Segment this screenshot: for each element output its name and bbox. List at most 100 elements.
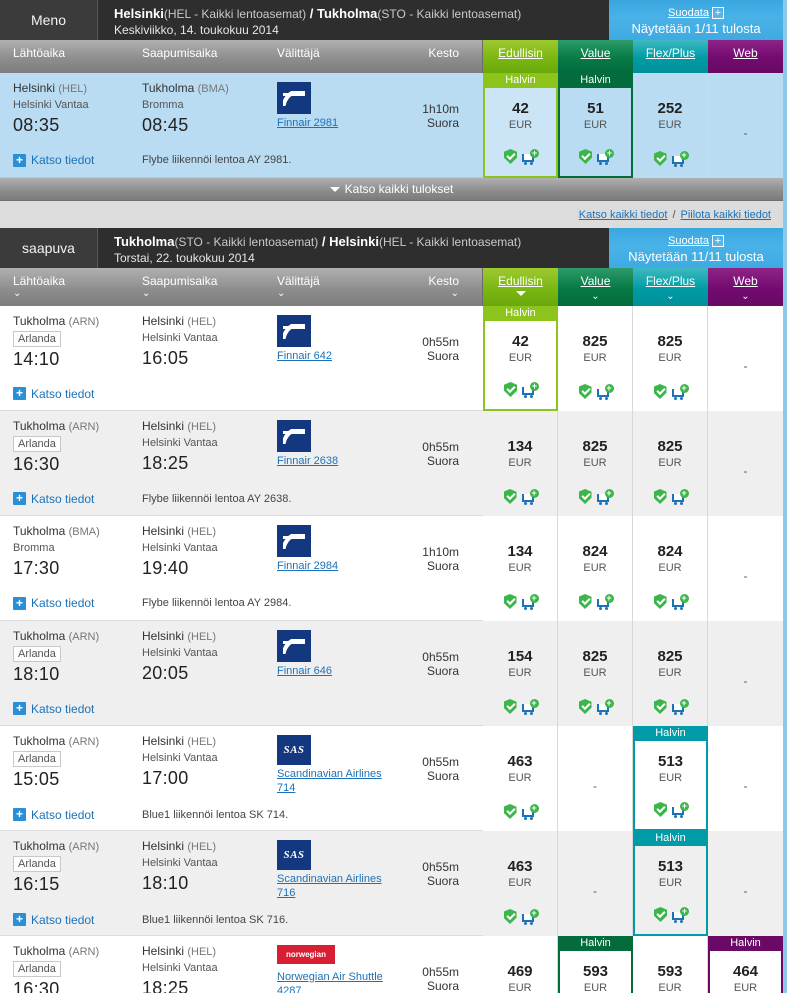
table-row[interactable]: Tukholma (ARN) Arlanda 18:10 Helsinki (HEL)… xyxy=(0,621,783,726)
price-cell-value[interactable]: 825 EUR + xyxy=(558,306,633,411)
price-icons: + xyxy=(504,148,539,176)
cart-add-icon[interactable]: + xyxy=(596,488,614,505)
filter-panel-inbound[interactable]: Suodata + Näytetään 11/11 tulosta xyxy=(609,228,783,268)
col-price-web[interactable]: Web xyxy=(708,40,783,73)
price-cell-flexplus[interactable]: 825 EUR + xyxy=(633,306,708,411)
filter-button[interactable]: Suodata + xyxy=(668,6,724,20)
col-arrival-time[interactable]: Saapumisaika xyxy=(142,40,277,73)
cart-add-icon[interactable]: + xyxy=(671,593,689,610)
col-price-edullisin[interactable]: Edullisin xyxy=(483,268,558,306)
cart-add-icon[interactable]: + xyxy=(522,381,539,398)
col-price-value[interactable]: Value xyxy=(558,40,633,73)
price-cell-flexplus[interactable]: 825 EUR + xyxy=(633,411,708,516)
price-amount: 825 xyxy=(657,438,683,455)
price-cell-value[interactable]: 824 EUR + xyxy=(558,516,633,621)
cart-add-icon[interactable]: + xyxy=(521,593,539,610)
flight-number-link[interactable]: Finnair 646 xyxy=(277,664,383,678)
col-carrier[interactable]: Välittäjä ⌄ xyxy=(277,268,383,306)
table-row[interactable]: Tukholma (ARN) Arlanda 14:10 Helsinki (HEL)… xyxy=(0,306,783,411)
price-cell-flexplus[interactable]: 252 EUR + xyxy=(633,73,708,178)
flight-number-link[interactable]: Finnair 2638 xyxy=(277,454,383,468)
price-cell-edullisin[interactable]: Halvin 42 EUR + xyxy=(483,73,558,178)
cart-add-icon[interactable]: + xyxy=(596,698,614,715)
table-row[interactable]: Helsinki (HEL) Helsinki Vantaa 08:35 Tuk… xyxy=(0,73,783,178)
price-cell-edullisin[interactable]: 154 EUR + xyxy=(483,621,558,726)
flight-number-link[interactable]: Finnair 2981 xyxy=(277,116,383,130)
price-cell-flexplus[interactable]: Halvin 513 EUR + xyxy=(633,831,708,936)
col-departure-time[interactable]: Lähtöaika xyxy=(0,40,142,73)
price-cell-flexplus[interactable]: Halvin 513 EUR + xyxy=(633,726,708,831)
price-cell-edullisin[interactable]: Halvin 42 EUR + xyxy=(483,306,558,411)
price-cell-flexplus[interactable]: 825 EUR + xyxy=(633,621,708,726)
table-row[interactable]: Tukholma (ARN) Arlanda 16:30 Helsinki (HEL)… xyxy=(0,936,783,993)
show-all-details-link[interactable]: Katso kaikki tiedot xyxy=(579,209,668,221)
table-row[interactable]: Tukholma (BMA) Bromma 17:30 Helsinki (HEL) H… xyxy=(0,516,783,621)
flight-number-link[interactable]: Finnair 2984 xyxy=(277,559,383,573)
cart-add-icon[interactable]: + xyxy=(521,488,539,505)
departure-terminal: Arlanda xyxy=(13,856,61,872)
table-row[interactable]: Tukholma (ARN) Arlanda 16:30 Helsinki (HEL)… xyxy=(0,411,783,516)
filter-button[interactable]: Suodata + xyxy=(668,234,724,248)
price-cell-value[interactable]: Halvin 51 EUR + xyxy=(558,73,633,178)
cart-add-icon[interactable]: + xyxy=(596,593,614,610)
col-duration[interactable]: Kesto xyxy=(383,40,469,73)
expand-details-label: Katso tiedot xyxy=(31,491,95,506)
col-label: Kesto xyxy=(428,274,459,288)
col-departure-time[interactable]: Lähtöaika ⌄ xyxy=(0,268,142,306)
flight-number-link[interactable]: Finnair 642 xyxy=(277,349,383,363)
flight-number-link[interactable]: Scandinavian Airlines 714 xyxy=(277,767,383,795)
cart-add-icon[interactable]: + xyxy=(596,383,614,400)
cart-add-icon[interactable]: + xyxy=(521,803,539,820)
col-price-web[interactable]: Web ⌄ xyxy=(708,268,783,306)
col-price-flexplus[interactable]: Flex/Plus xyxy=(633,40,708,73)
cart-add-icon[interactable]: + xyxy=(522,148,539,165)
table-row[interactable]: Tukholma (ARN) Arlanda 16:15 Helsinki (HEL)… xyxy=(0,831,783,936)
expand-details-button[interactable]: + Katso tiedot xyxy=(0,492,142,506)
expand-details-button[interactable]: + Katso tiedot xyxy=(0,596,142,610)
price-cell-value[interactable]: Halvin593EUR+ xyxy=(558,936,633,993)
price-cell-flexplus[interactable]: 824 EUR + xyxy=(633,516,708,621)
col-price-edullisin[interactable]: Edullisin xyxy=(483,40,558,73)
price-body: 42 EUR xyxy=(485,321,556,382)
cart-add-icon[interactable]: + xyxy=(671,383,689,400)
price-cell-edullisin[interactable]: 463 EUR + xyxy=(483,831,558,936)
cheapest-badge-empty xyxy=(483,621,557,636)
cart-add-icon[interactable]: + xyxy=(671,150,689,167)
expand-details-button[interactable]: + Katso tiedot xyxy=(0,153,142,167)
col-price-value[interactable]: Value ⌄ xyxy=(558,268,633,306)
cart-add-icon[interactable]: + xyxy=(672,906,689,923)
price-cell-edullisin[interactable]: 134 EUR + xyxy=(483,411,558,516)
cart-add-icon[interactable]: + xyxy=(597,148,614,165)
cart-add-icon[interactable]: + xyxy=(671,698,689,715)
expand-details-button[interactable]: + Katso tiedot xyxy=(0,387,142,401)
cheapest-badge-empty xyxy=(633,621,707,636)
cheapest-badge-empty xyxy=(558,411,632,426)
price-cell-value[interactable]: 825 EUR + xyxy=(558,621,633,726)
expand-details-button[interactable]: + Katso tiedot xyxy=(0,702,142,716)
price-cell-value[interactable]: 825 EUR + xyxy=(558,411,633,516)
cart-add-icon[interactable]: + xyxy=(521,908,539,925)
col-carrier[interactable]: Välittäjä xyxy=(277,40,383,73)
flight-duration: 0h55m xyxy=(422,965,459,979)
cart-add-icon[interactable]: + xyxy=(672,801,689,818)
cart-add-icon[interactable]: + xyxy=(671,488,689,505)
expand-details-label: Katso tiedot xyxy=(31,153,95,168)
flight-number-link[interactable]: Scandinavian Airlines 716 xyxy=(277,872,383,900)
col-arrival-time[interactable]: Saapumisaika ⌄ xyxy=(142,268,277,306)
sas-logo-icon: SAS xyxy=(277,840,311,870)
price-cell-web[interactable]: Halvin464EURw xyxy=(708,936,783,993)
expand-details-button[interactable]: + Katso tiedot xyxy=(0,913,142,927)
table-row[interactable]: Tukholma (ARN) Arlanda 15:05 Helsinki (HEL)… xyxy=(0,726,783,831)
col-duration[interactable]: Kesto ⌄ xyxy=(383,268,469,306)
hide-all-details-link[interactable]: Piilota kaikki tiedot xyxy=(681,209,772,221)
price-cell-flexplus[interactable]: 593EUR+ xyxy=(633,936,708,993)
filter-panel-outbound[interactable]: Suodata + Näytetään 1/11 tulosta xyxy=(609,0,783,40)
price-cell-edullisin[interactable]: 469EUR+ xyxy=(483,936,558,993)
cart-add-icon[interactable]: + xyxy=(521,698,539,715)
price-cell-edullisin[interactable]: 134 EUR + xyxy=(483,516,558,621)
price-cell-edullisin[interactable]: 463 EUR + xyxy=(483,726,558,831)
col-price-flexplus[interactable]: Flex/Plus ⌄ xyxy=(633,268,708,306)
expand-details-button[interactable]: + Katso tiedot xyxy=(0,808,142,822)
expand-all-results-bar[interactable]: Katso kaikki tulokset xyxy=(0,178,783,201)
flight-number-link[interactable]: Norwegian Air Shuttle 4287 xyxy=(277,970,383,993)
